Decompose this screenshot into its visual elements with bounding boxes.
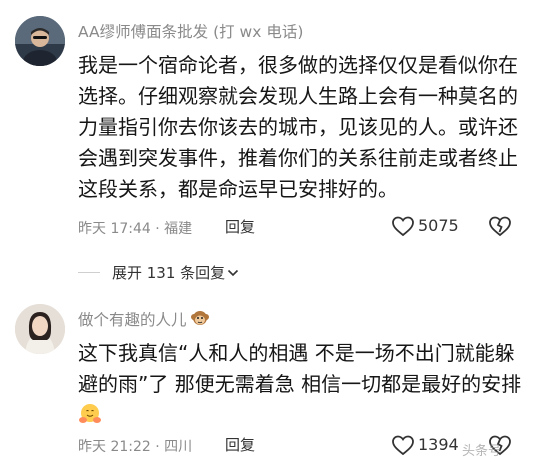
comment-username[interactable]: 做个有趣的人儿: [78, 308, 210, 330]
comment-meta: 昨天 17:44 · 福建: [78, 221, 193, 237]
avatar-photo: [15, 304, 65, 354]
user-avatar[interactable]: [15, 16, 65, 66]
comment-username-text: 做个有趣的人儿: [78, 311, 187, 329]
comment-meta: 昨天 21:22 · 四川: [78, 439, 193, 455]
comment-username[interactable]: AA缪师傅面条批发 (打 wx 电话): [78, 20, 303, 42]
comment-body: 这下我真信“人和人的相遇 不是一场不出门就能躲 避的雨”了 那便无需着急 相信一…: [78, 338, 521, 400]
user-avatar[interactable]: [15, 304, 65, 354]
comment-body: 我是一个宿命论者，很多做的选择仅仅是看似你在 选择。仔细观察就会发现人生路上会有…: [78, 50, 518, 205]
comment-line: 这下我真信“人和人的相遇 不是一场不出门就能躲: [78, 341, 515, 365]
comment-line: 避的雨”了 那便无需着急 相信一切都是最好的安排: [78, 372, 522, 396]
like-count: 1394: [418, 435, 459, 454]
expand-replies-label: 展开 131 条回复: [112, 264, 226, 282]
comment-line: 选择。仔细观察就会发现人生路上会有一种莫名的: [78, 84, 518, 108]
expand-replies-button[interactable]: 展开 131 条回复: [112, 262, 239, 283]
like-count: 5075: [418, 216, 459, 235]
comment-line: 我是一个宿命论者，很多做的选择仅仅是看似你在: [78, 53, 518, 77]
reply-button[interactable]: 回复: [225, 434, 255, 455]
broken-heart-icon[interactable]: [488, 215, 512, 237]
heart-icon[interactable]: [391, 215, 415, 237]
heart-icon[interactable]: [391, 434, 415, 456]
monkey-emoji-icon: [190, 311, 209, 325]
chevron-down-icon: [228, 269, 239, 277]
comment-line: 力量指引你去你该去的城市，见该见的人。或许还: [78, 115, 518, 139]
avatar-photo: [15, 16, 65, 66]
hugging-face-emoji-icon: [79, 404, 101, 423]
divider: [78, 272, 100, 273]
comment-line: 这段关系，都是命运早已安排好的。: [78, 177, 398, 201]
watermark: 头条号: [462, 444, 502, 458]
reply-button[interactable]: 回复: [225, 216, 255, 237]
comment-line: 会遇到突发事件，推着你们的关系往前走或者终止: [78, 146, 518, 170]
